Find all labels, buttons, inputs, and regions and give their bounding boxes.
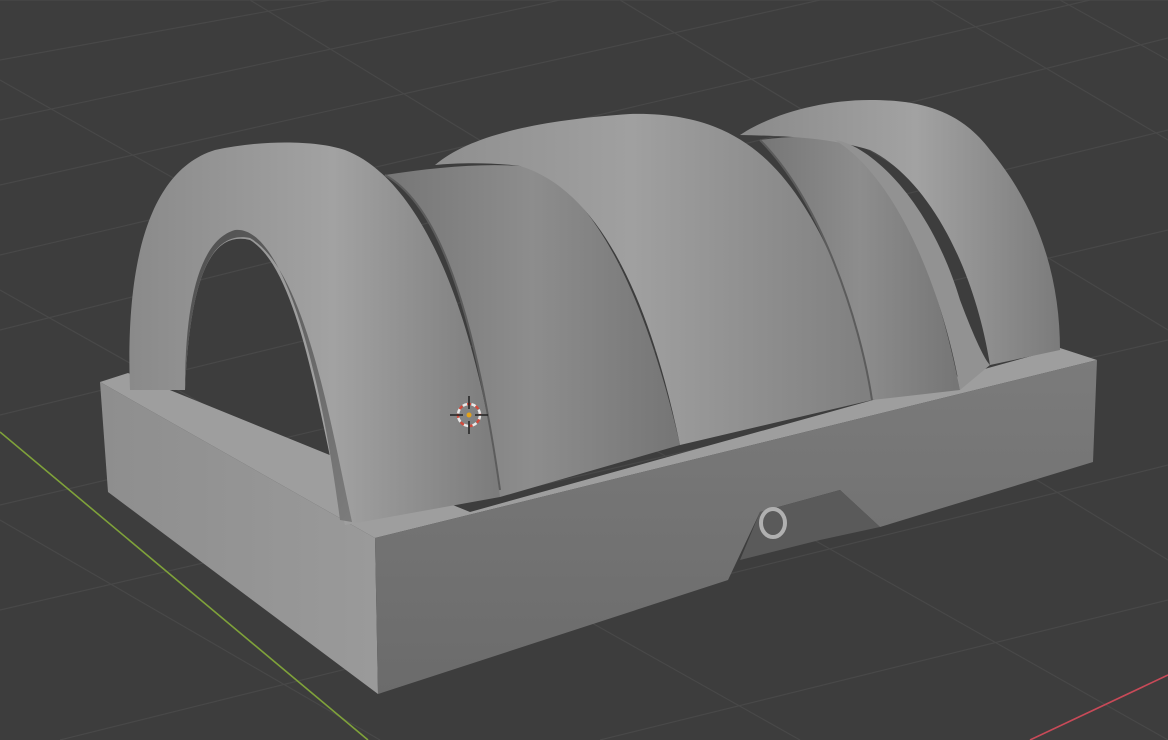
3d-viewport[interactable]	[0, 0, 1168, 740]
x-axis-line	[1029, 674, 1168, 740]
viewport-canvas[interactable]	[0, 0, 1168, 740]
crate-mesh[interactable]	[100, 100, 1097, 694]
